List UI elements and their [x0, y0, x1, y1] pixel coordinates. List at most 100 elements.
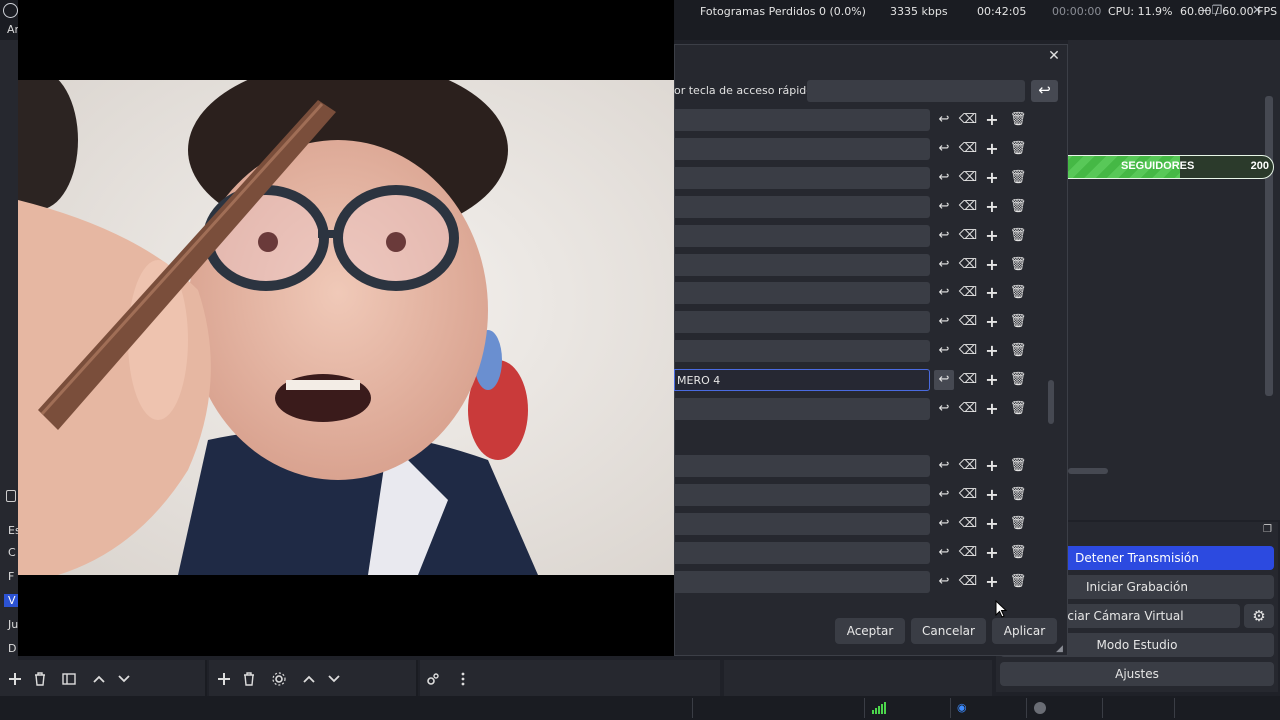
reset-filter-undo-icon[interactable]: ↩ [1031, 80, 1058, 102]
add-hotkey-plus-icon[interactable]: + [982, 456, 1002, 476]
add-hotkey-plus-icon[interactable]: + [982, 255, 1002, 275]
delete-hotkey-trash-icon[interactable]: 🗑 [1008, 456, 1028, 476]
clear-hotkey-backspace-icon[interactable]: ⌫ [958, 110, 978, 130]
delete-hotkey-trash-icon[interactable]: 🗑 [1008, 572, 1028, 592]
floating-video-player[interactable] [18, 0, 674, 656]
hotkey-field[interactable] [674, 166, 930, 189]
add-scene-icon[interactable] [7, 671, 23, 687]
move-source-down-icon[interactable] [326, 671, 342, 687]
delete-hotkey-trash-icon[interactable]: 🗑 [1008, 543, 1028, 563]
revert-hotkey-undo-icon[interactable]: ↩ [934, 110, 954, 130]
mixer-settings-icon[interactable] [425, 671, 441, 687]
hotkey-field[interactable] [674, 109, 930, 131]
revert-hotkey-undo-icon[interactable]: ↩ [934, 485, 954, 505]
add-hotkey-plus-icon[interactable]: + [982, 110, 1002, 130]
clear-hotkey-backspace-icon[interactable]: ⌫ [958, 226, 978, 246]
mixer-menu-icon[interactable] [455, 671, 471, 687]
revert-hotkey-undo-icon[interactable]: ↩ [934, 543, 954, 563]
source-properties-gear-icon[interactable] [271, 671, 287, 687]
revert-hotkey-undo-icon[interactable]: ↩ [934, 514, 954, 534]
revert-hotkey-undo-icon[interactable]: ↩ [934, 168, 954, 188]
cancel-button[interactable]: Cancelar [911, 618, 986, 644]
add-hotkey-plus-icon[interactable]: + [982, 485, 1002, 505]
resize-grip-icon[interactable]: ◢ [1056, 644, 1063, 654]
hotkey-field[interactable] [674, 253, 930, 276]
scene-item[interactable]: C [8, 546, 16, 559]
move-scene-up-icon[interactable] [91, 671, 107, 687]
clear-hotkey-backspace-icon[interactable]: ⌫ [958, 370, 978, 390]
delete-hotkey-trash-icon[interactable]: 🗑 [1008, 283, 1028, 303]
add-hotkey-plus-icon[interactable]: + [982, 341, 1002, 361]
scene-filters-icon[interactable] [61, 671, 77, 687]
revert-hotkey-undo-icon[interactable]: ↩ [934, 572, 954, 592]
clear-hotkey-backspace-icon[interactable]: ⌫ [958, 255, 978, 275]
horizontal-scrollbar[interactable] [1068, 468, 1108, 474]
settings-button[interactable]: Ajustes [1000, 662, 1274, 686]
add-hotkey-plus-icon[interactable]: + [982, 514, 1002, 534]
revert-hotkey-undo-icon[interactable]: ↩ [934, 341, 954, 361]
scene-item[interactable]: Ju [8, 618, 18, 631]
revert-hotkey-undo-icon[interactable]: ↩ [934, 370, 954, 391]
revert-hotkey-undo-icon[interactable]: ↩ [934, 312, 954, 332]
clear-hotkey-backspace-icon[interactable]: ⌫ [958, 283, 978, 303]
clear-hotkey-backspace-icon[interactable]: ⌫ [958, 485, 978, 505]
revert-hotkey-undo-icon[interactable]: ↩ [934, 255, 954, 275]
clear-hotkey-backspace-icon[interactable]: ⌫ [958, 399, 978, 419]
delete-hotkey-trash-icon[interactable]: 🗑 [1008, 255, 1028, 275]
clear-hotkey-backspace-icon[interactable]: ⌫ [958, 341, 978, 361]
add-source-icon[interactable] [216, 671, 232, 687]
clear-hotkey-backspace-icon[interactable]: ⌫ [958, 197, 978, 217]
dialog-scrollbar[interactable] [1048, 380, 1054, 424]
clear-hotkey-backspace-icon[interactable]: ⌫ [958, 456, 978, 476]
delete-hotkey-trash-icon[interactable]: 🗑 [1008, 139, 1028, 159]
revert-hotkey-undo-icon[interactable]: ↩ [934, 456, 954, 476]
hotkey-field[interactable]: MERO 4 [674, 369, 930, 392]
add-hotkey-plus-icon[interactable]: + [982, 283, 1002, 303]
apply-button[interactable]: Aplicar [992, 618, 1057, 644]
delete-hotkey-trash-icon[interactable]: 🗑 [1008, 485, 1028, 505]
add-hotkey-plus-icon[interactable]: + [982, 168, 1002, 188]
revert-hotkey-undo-icon[interactable]: ↩ [934, 226, 954, 246]
add-hotkey-plus-icon[interactable]: + [982, 370, 1002, 390]
add-hotkey-plus-icon[interactable]: + [982, 197, 1002, 217]
remove-source-icon[interactable] [241, 671, 257, 687]
revert-hotkey-undo-icon[interactable]: ↩ [934, 197, 954, 217]
move-source-up-icon[interactable] [301, 671, 317, 687]
accept-button[interactable]: Aceptar [835, 618, 905, 644]
hotkey-field[interactable] [674, 570, 930, 593]
hotkey-field[interactable] [674, 541, 930, 564]
scene-item[interactable]: D [8, 642, 16, 655]
clear-hotkey-backspace-icon[interactable]: ⌫ [958, 312, 978, 332]
remove-scene-icon[interactable] [32, 671, 48, 687]
add-hotkey-plus-icon[interactable]: + [982, 139, 1002, 159]
delete-hotkey-trash-icon[interactable]: 🗑 [1008, 399, 1028, 419]
close-dialog-button[interactable]: ✕ [1046, 48, 1062, 64]
hotkey-field[interactable] [674, 311, 930, 334]
move-scene-down-icon[interactable] [116, 671, 132, 687]
add-hotkey-plus-icon[interactable]: + [982, 312, 1002, 332]
revert-hotkey-undo-icon[interactable]: ↩ [934, 283, 954, 303]
hotkey-field[interactable] [674, 195, 930, 218]
clear-hotkey-backspace-icon[interactable]: ⌫ [958, 139, 978, 159]
clear-hotkey-backspace-icon[interactable]: ⌫ [958, 543, 978, 563]
delete-hotkey-trash-icon[interactable]: 🗑 [1008, 312, 1028, 332]
revert-hotkey-undo-icon[interactable]: ↩ [934, 399, 954, 419]
add-hotkey-plus-icon[interactable]: + [982, 572, 1002, 592]
revert-hotkey-undo-icon[interactable]: ↩ [934, 139, 954, 159]
hotkey-field[interactable] [674, 340, 930, 363]
dock-float-icon[interactable]: ❐ [1263, 524, 1272, 535]
hotkey-field[interactable] [674, 483, 930, 506]
delete-hotkey-trash-icon[interactable]: 🗑 [1008, 514, 1028, 534]
delete-hotkey-trash-icon[interactable]: 🗑 [1008, 341, 1028, 361]
virtual-camera-settings-gear-icon[interactable]: ⚙ [1244, 604, 1274, 628]
delete-hotkey-trash-icon[interactable]: 🗑 [1008, 197, 1028, 217]
hotkey-field[interactable] [674, 282, 930, 305]
clear-hotkey-backspace-icon[interactable]: ⌫ [958, 572, 978, 592]
delete-hotkey-trash-icon[interactable]: 🗑 [1008, 226, 1028, 246]
add-hotkey-plus-icon[interactable]: + [982, 226, 1002, 246]
delete-hotkey-trash-icon[interactable]: 🗑 [1008, 110, 1028, 130]
scene-item-selected[interactable]: V [4, 594, 18, 607]
delete-hotkey-trash-icon[interactable]: 🗑 [1008, 168, 1028, 188]
clear-hotkey-backspace-icon[interactable]: ⌫ [958, 168, 978, 188]
hotkey-field[interactable] [674, 398, 930, 420]
